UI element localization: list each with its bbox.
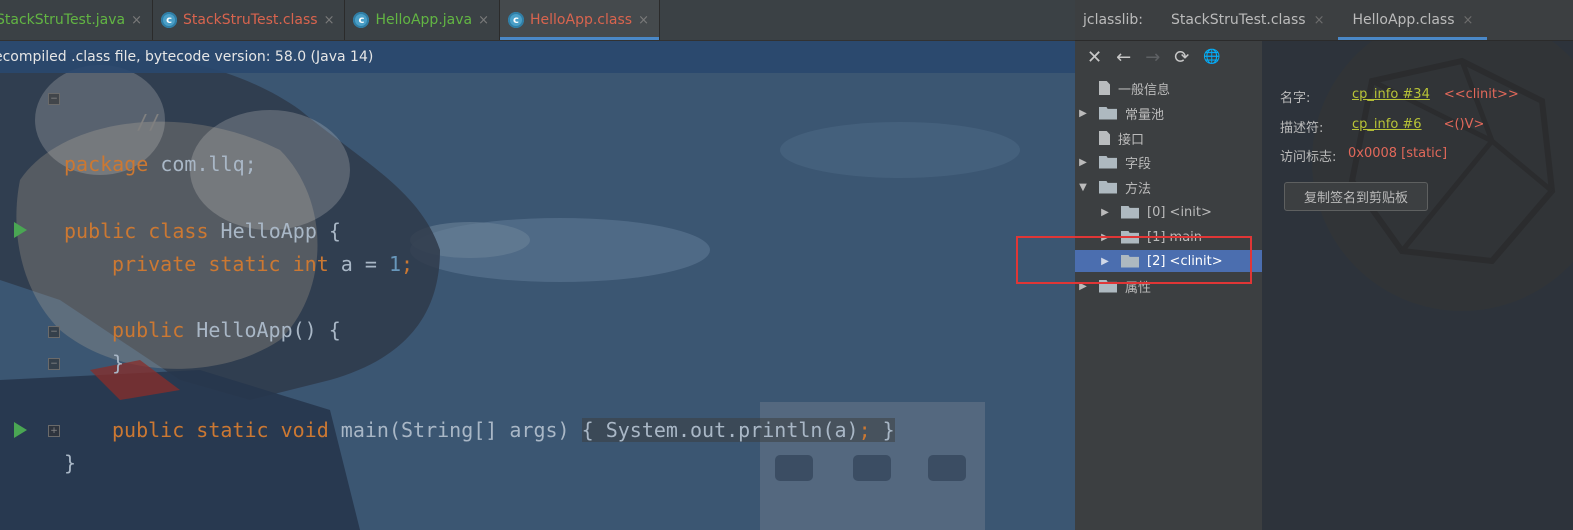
tree-item-label: 一般信息 xyxy=(1118,82,1171,98)
folder-icon xyxy=(1121,205,1139,219)
class-c-icon: c xyxy=(508,12,525,28)
descriptor-label: 描述符: xyxy=(1280,121,1324,136)
tab-label: HelloApp.class xyxy=(1352,12,1455,28)
close-icon[interactable]: × xyxy=(131,13,142,28)
close-icon[interactable]: × xyxy=(638,13,649,28)
close-icon[interactable]: × xyxy=(1463,13,1474,28)
folder-icon xyxy=(1099,180,1117,194)
tab-label: StackStruTest.class xyxy=(183,12,318,28)
class-c-icon: c xyxy=(161,12,178,28)
back-arrow-icon[interactable]: ← xyxy=(1116,47,1131,68)
name-cp-link[interactable]: cp_info #34 xyxy=(1352,87,1430,106)
jclasslib-tab-bar: jclasslib: StackStruTest.class × HelloAp… xyxy=(1075,0,1573,41)
close-icon[interactable]: ✕ xyxy=(1087,47,1102,68)
folder-icon xyxy=(1099,155,1117,169)
method-detail-pane: 名字: cp_info #34 <<clinit>> 描述符: cp_info … xyxy=(1262,41,1573,530)
folded-method-body[interactable]: { System.out.println(a); } xyxy=(581,418,895,442)
tree-item-label: 常量池 xyxy=(1125,107,1165,123)
tab-stackstrutest-java[interactable]: StackStruTest.java × xyxy=(0,0,154,40)
fold-marker[interactable]: − xyxy=(48,326,60,338)
tab-label: HelloApp.class xyxy=(530,12,633,28)
jclasslib-tab-helloapp[interactable]: HelloApp.class × xyxy=(1338,0,1488,40)
tab-label: HelloApp.java xyxy=(375,12,473,28)
detail-descriptor-row: 描述符: cp_info #6 <()V> xyxy=(1280,117,1484,136)
tree-item-fields[interactable]: ▶ 字段 xyxy=(1075,151,1262,173)
fold-marker[interactable]: + xyxy=(48,425,60,437)
tree-item-label: 字段 xyxy=(1125,156,1152,172)
tree-item-label: [0] <init> xyxy=(1147,204,1212,220)
tree-item-label: 方法 xyxy=(1125,181,1152,197)
fold-marker[interactable]: − xyxy=(48,93,60,105)
tree-item-label: 接口 xyxy=(1118,132,1145,148)
fold-marker[interactable]: − xyxy=(48,358,60,370)
access-flags-label: 访问标志: xyxy=(1280,150,1337,165)
file-icon xyxy=(1099,131,1110,145)
detail-name-row: 名字: cp_info #34 <<clinit>> xyxy=(1280,87,1519,106)
refresh-icon[interactable]: ⟳ xyxy=(1174,47,1189,68)
expand-arrow-icon[interactable]: ▶ xyxy=(1075,108,1091,119)
copy-signature-button[interactable]: 复制签名到剪贴板 xyxy=(1284,182,1428,211)
folder-icon xyxy=(1099,106,1117,120)
tree-item-constant-pool[interactable]: ▶ 常量池 xyxy=(1075,102,1262,124)
forward-arrow-icon[interactable]: → xyxy=(1145,47,1160,68)
tree-item-general-info[interactable]: 一般信息 xyxy=(1075,77,1262,99)
jclasslib-tab-stackstrutest[interactable]: StackStruTest.class × xyxy=(1157,0,1338,40)
code-line-class-close: } xyxy=(64,451,77,475)
decompiled-info-bar: ecompiled .class file, bytecode version:… xyxy=(0,41,1075,73)
expand-arrow-icon[interactable]: ▶ xyxy=(1097,207,1113,218)
tab-label: StackStruTest.java xyxy=(0,12,126,28)
tree-item-method-init[interactable]: ▶ [0] <init> xyxy=(1075,201,1262,223)
tree-item-interfaces[interactable]: 接口 xyxy=(1075,127,1262,149)
code-line-constructor: public HelloApp() { xyxy=(112,318,341,342)
name-label: 名字: xyxy=(1280,91,1311,106)
jclasslib-toolbar: ✕ ← → ⟳ 🌐 xyxy=(1075,41,1274,74)
run-class-icon[interactable] xyxy=(14,222,27,238)
editor-tab-bar: StackStruTest.java × c StackStruTest.cla… xyxy=(0,0,1075,41)
file-icon xyxy=(1099,81,1110,95)
detail-access-flags-row: 访问标志: 0x0008 [static] xyxy=(1280,146,1447,165)
descriptor-cp-link[interactable]: cp_info #6 xyxy=(1352,117,1422,136)
collapse-arrow-icon[interactable]: ▼ xyxy=(1075,182,1091,193)
code-line-main: public static void main(String[] args) {… xyxy=(112,418,895,442)
class-structure-tree: 一般信息 ▶ 常量池 接口 ▶ 字段 ▼ 方法 ▶ [0] <init> ▶ [… xyxy=(1075,73,1262,530)
access-flags-value: 0x0008 [static] xyxy=(1348,146,1448,161)
close-icon[interactable]: × xyxy=(1314,13,1325,28)
close-icon[interactable]: × xyxy=(478,13,489,28)
web-globe-icon[interactable]: 🌐 xyxy=(1203,49,1220,65)
annotation-highlight-box xyxy=(1016,236,1252,284)
class-c-icon: c xyxy=(353,12,370,28)
code-line-package: package com.llq; xyxy=(64,152,257,176)
info-bar-text: ecompiled .class file, bytecode version:… xyxy=(0,49,374,65)
run-main-icon[interactable] xyxy=(14,422,27,438)
editor-area[interactable]: StackStruTest.java × c StackStruTest.cla… xyxy=(0,0,1075,530)
tab-helloapp-java[interactable]: c HelloApp.java × xyxy=(345,0,501,40)
editor-gutter: − − − + xyxy=(0,73,62,530)
descriptor-value: <()V> xyxy=(1443,117,1485,132)
detail-background-image xyxy=(1262,41,1573,530)
tab-helloapp-class[interactable]: c HelloApp.class × xyxy=(500,0,660,40)
code-line-comment: // xyxy=(136,110,161,134)
tab-label: StackStruTest.class xyxy=(1171,12,1306,28)
code-line-constructor-close: } xyxy=(112,351,125,375)
jclasslib-title: jclasslib: xyxy=(1083,12,1144,28)
code-line-class-decl: public class HelloApp { xyxy=(64,219,341,243)
tree-item-methods[interactable]: ▼ 方法 xyxy=(1075,176,1262,198)
close-icon[interactable]: × xyxy=(324,13,335,28)
expand-arrow-icon[interactable]: ▶ xyxy=(1075,157,1091,168)
name-value: <<clinit>> xyxy=(1443,87,1519,102)
code-line-field: private static int a = 1; xyxy=(112,252,414,276)
tab-stackstrutest-class[interactable]: c StackStruTest.class × xyxy=(153,0,346,40)
